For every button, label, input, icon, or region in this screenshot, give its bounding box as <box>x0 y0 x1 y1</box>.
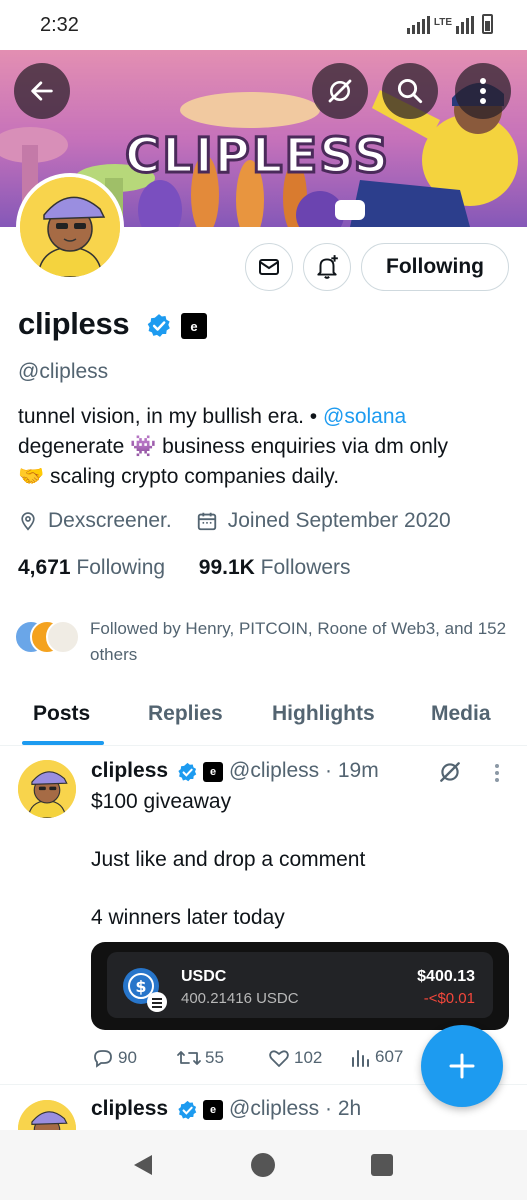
heart-icon <box>269 1050 289 1067</box>
post-author-name[interactable]: clipless <box>91 1097 168 1121</box>
nav-back-icon[interactable] <box>130 1152 156 1178</box>
notifications-button[interactable] <box>303 243 351 291</box>
following-count: 4,671 <box>18 556 71 579</box>
display-name: clipless <box>18 306 130 341</box>
post-text-line-2: Just like and drop a comment <box>91 848 366 871</box>
back-button[interactable] <box>14 63 70 119</box>
verified-badge-icon[interactable] <box>146 313 172 339</box>
search-icon <box>397 78 423 104</box>
bio-mention-link[interactable]: @solana <box>323 405 406 428</box>
repost-icon <box>177 1051 201 1065</box>
avatar-illustration <box>20 177 120 277</box>
profile-tabs: Posts Replies Highlights Media <box>0 690 527 746</box>
grok-icon[interactable] <box>437 759 463 785</box>
reply-icon <box>94 1050 112 1068</box>
post-author-name[interactable]: clipless <box>91 759 168 783</box>
tab-media[interactable]: Media <box>431 702 491 726</box>
network-type: LTE <box>433 17 452 28</box>
verified-badge-icon <box>178 1100 197 1120</box>
more-options-button[interactable] <box>455 63 511 119</box>
banner-title: CLIPLESS <box>125 128 390 184</box>
follower-avatar <box>46 620 80 654</box>
message-button[interactable] <box>245 243 293 291</box>
location-text: Dexscreener. <box>48 509 172 532</box>
affiliate-badge-icon: e <box>203 1100 223 1120</box>
nav-home-icon[interactable] <box>250 1152 276 1178</box>
affiliate-badge-icon: e <box>203 762 223 782</box>
followed-by-avatars[interactable] <box>14 620 84 658</box>
search-button[interactable] <box>382 63 438 119</box>
reply-button[interactable]: 90 <box>91 1046 137 1070</box>
followers-link[interactable]: 99.1K Followers <box>199 556 351 579</box>
post-handle-time: @clipless · 2h <box>229 1097 362 1120</box>
usdc-icon: $ <box>123 968 167 1012</box>
followers-label: Followers <box>254 556 351 579</box>
grok-icon <box>328 79 352 103</box>
post-text-line-1: $100 giveaway <box>91 790 232 813</box>
status-icons: LTE <box>406 14 493 34</box>
status-bar: 2:32 LTE <box>0 0 527 50</box>
profile-meta: Dexscreener. Joined September 2020 <box>18 509 451 533</box>
like-button[interactable]: 102 <box>267 1046 322 1070</box>
affiliate-badge-icon[interactable]: e <box>181 313 207 339</box>
following-label: Following <box>70 556 166 579</box>
battery-icon <box>482 14 493 34</box>
post-avatar[interactable] <box>18 760 76 818</box>
status-time: 2:32 <box>40 14 79 36</box>
active-tab-indicator <box>22 741 104 745</box>
following-button[interactable]: Following <box>361 243 509 291</box>
nav-recents-icon[interactable] <box>370 1153 394 1177</box>
views-icon <box>352 1050 369 1067</box>
repost-button[interactable]: 55 <box>176 1046 224 1070</box>
token-usd-value: $400.13 <box>417 968 475 985</box>
back-arrow-icon <box>31 81 53 101</box>
token-card[interactable]: $ USDC 400.21416 USDC $400.13 -<$0.01 <box>91 942 509 1030</box>
verified-badge-icon <box>178 762 197 782</box>
plus-icon <box>449 1053 475 1079</box>
grok-button[interactable] <box>312 63 368 119</box>
avatar-illustration <box>18 760 76 818</box>
more-vertical-icon <box>480 78 486 104</box>
post-more-icon[interactable] <box>494 763 500 783</box>
tab-replies[interactable]: Replies <box>148 702 223 726</box>
location-icon <box>21 512 35 531</box>
signal-icon-2 <box>456 16 474 34</box>
profile-bio: tunnel vision, in my bullish era. • @sol… <box>18 402 508 492</box>
follow-counts: 4,671 Following 99.1K Followers <box>18 556 351 580</box>
system-nav-bar <box>0 1130 527 1200</box>
like-count: 102 <box>294 1048 323 1067</box>
token-amount: 400.21416 USDC <box>181 990 299 1007</box>
bio-line-1: tunnel vision, in my bullish era. • <box>18 405 323 428</box>
envelope-icon <box>259 259 279 275</box>
repost-count: 55 <box>205 1048 224 1067</box>
token-value-change: -<$0.01 <box>423 990 475 1007</box>
bell-plus-icon <box>317 255 338 279</box>
followed-by-text[interactable]: Followed by Henry, PITCOIN, Roone of Web… <box>90 616 510 668</box>
joined-date: Joined September 2020 <box>227 509 451 532</box>
post-text-line-3: 4 winners later today <box>91 906 285 929</box>
tab-posts[interactable]: Posts <box>33 702 90 726</box>
svg-text:$: $ <box>135 977 146 996</box>
calendar-icon <box>197 512 216 531</box>
reply-count: 90 <box>118 1048 137 1067</box>
profile-handle: @clipless <box>18 360 109 383</box>
following-link[interactable]: 4,671 Following <box>18 556 165 579</box>
signal-icon <box>406 16 430 34</box>
views-count: 607 <box>375 1047 404 1066</box>
compose-button[interactable] <box>421 1025 503 1107</box>
bio-line-2: degenerate 👾 business enquiries via dm o… <box>18 435 449 458</box>
tab-highlights[interactable]: Highlights <box>272 702 375 726</box>
views-button[interactable]: 607 <box>350 1046 403 1068</box>
bio-line-3: 🤝 scaling crypto companies daily. <box>18 465 340 488</box>
post-handle-time: @clipless · 19m <box>229 759 379 782</box>
profile-avatar[interactable] <box>16 173 124 281</box>
token-name: USDC <box>181 968 227 985</box>
followers-count: 99.1K <box>198 556 255 579</box>
